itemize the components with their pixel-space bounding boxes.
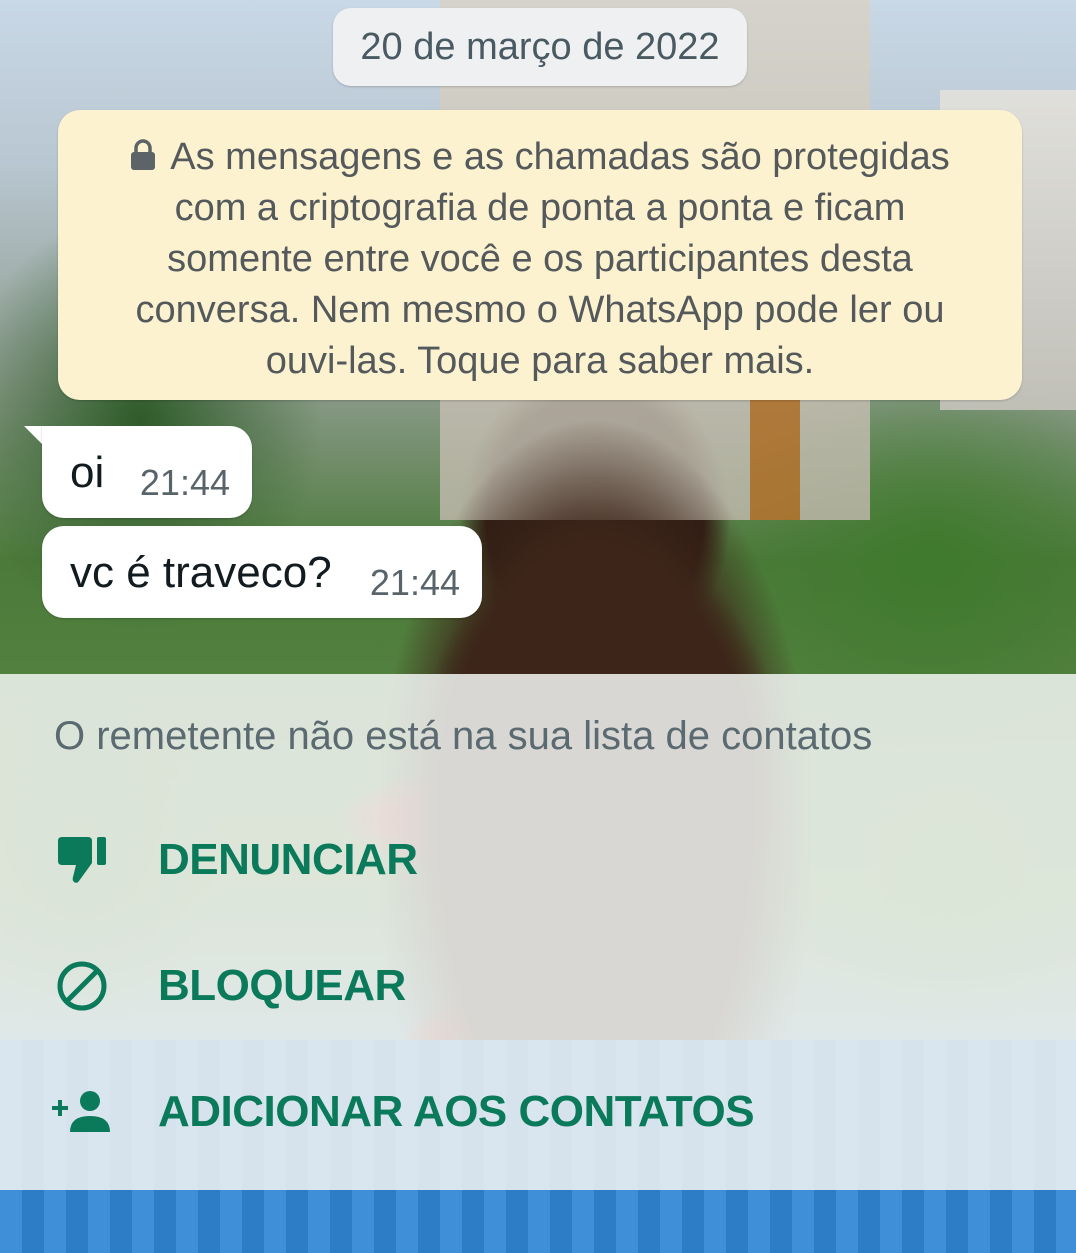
block-icon [52, 956, 112, 1016]
encryption-notice-line: conversa. Nem mesmo o WhatsApp pode ler … [135, 289, 945, 331]
date-chip: 20 de março de 2022 [333, 8, 747, 86]
add-person-icon [52, 1082, 112, 1142]
encryption-notice-line: As mensagens e as chamadas são protegida… [108, 132, 972, 183]
message-text: oi [70, 448, 105, 497]
incoming-message[interactable]: vc é traveco? 21:44 [42, 526, 482, 618]
encryption-notice-line: ouvi-las. Toque para saber mais. [265, 340, 815, 382]
message-time: 21:44 [369, 562, 460, 603]
block-label: BLOQUEAR [158, 961, 406, 1010]
message-time: 21:44 [139, 462, 230, 503]
incoming-message[interactable]: oi 21:44 [42, 426, 252, 518]
thumbs-down-icon [52, 830, 112, 890]
encryption-notice-line: somente entre você e os participantes de… [167, 238, 913, 280]
report-button[interactable]: DENUNCIAR [52, 820, 418, 900]
message-text: vc é traveco? [70, 548, 332, 597]
encryption-notice-line: com a criptografia de ponta a ponta e fi… [174, 187, 906, 229]
unknown-sender-panel: O remetente não está na sua lista de con… [0, 674, 1076, 1190]
block-button[interactable]: BLOQUEAR [52, 946, 406, 1026]
encryption-notice[interactable]: As mensagens e as chamadas são protegida… [58, 110, 1022, 400]
unknown-sender-title: O remetente não está na sua lista de con… [54, 714, 873, 758]
chat-screen: 20 de março de 2022 As mensagens e as ch… [0, 0, 1076, 1253]
date-chip-label: 20 de março de 2022 [360, 25, 720, 68]
lock-icon [131, 139, 156, 170]
report-label: DENUNCIAR [158, 835, 418, 884]
add-contact-label: ADICIONAR AOS CONTATOS [158, 1087, 755, 1136]
add-contact-button[interactable]: ADICIONAR AOS CONTATOS [52, 1072, 755, 1152]
